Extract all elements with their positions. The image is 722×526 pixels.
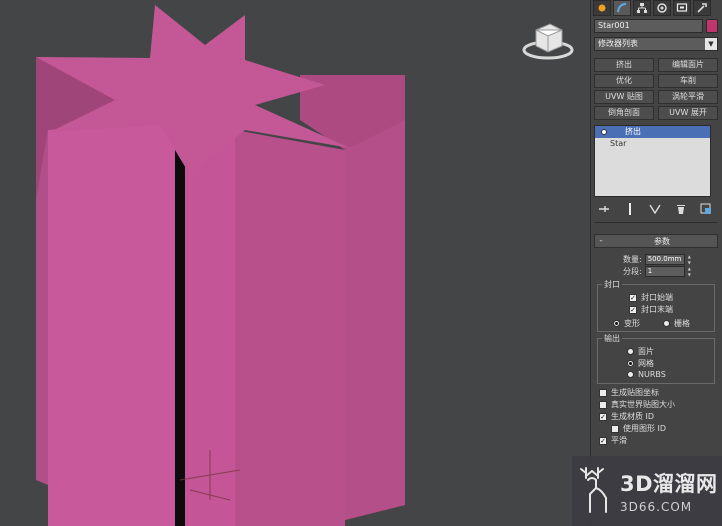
hammer-icon[interactable] — [693, 0, 711, 16]
modifier-list-label: 修改器列表 — [598, 39, 638, 48]
show-end-result-icon[interactable] — [623, 203, 637, 215]
modifier-buttons: 挤出 编辑面片 优化 车削 UVW 贴图 涡轮平滑 倒角剖面 UVW 展开 — [594, 58, 718, 120]
stack-item-extrude[interactable]: 挤出 — [595, 126, 710, 138]
radio[interactable] — [627, 360, 634, 367]
chevron-down-icon[interactable]: ▼ — [705, 38, 717, 50]
bevel-profile-button[interactable]: 倒角剖面 — [594, 106, 654, 120]
gen-map-coords-label: 生成贴图坐标 — [611, 388, 659, 397]
extruded-star-object[interactable] — [0, 0, 590, 526]
gen-map-coords-checkbox[interactable]: 生成贴图坐标 — [599, 387, 659, 398]
nurbs-radio[interactable]: NURBS — [627, 370, 666, 379]
cap-end-checkbox[interactable]: ✓ 封口末端 — [629, 304, 673, 315]
motion-icon[interactable] — [653, 0, 671, 16]
smooth-label: 平滑 — [611, 436, 627, 445]
object-name-field[interactable]: Star001 — [594, 19, 703, 33]
stack-item-label: 挤出 — [625, 127, 641, 136]
make-unique-icon[interactable] — [648, 203, 662, 215]
object-name-row: Star001 — [594, 19, 718, 33]
stack-item-label: Star — [610, 139, 627, 148]
edit-patch-button[interactable]: 编辑面片 — [658, 58, 718, 72]
checkbox[interactable] — [599, 388, 607, 397]
display-icon[interactable] — [673, 0, 691, 16]
remove-modifier-icon[interactable] — [674, 203, 688, 215]
cap-end-label: 封口末端 — [641, 305, 673, 314]
watermark: 3D溜溜网 3D66.COM — [572, 456, 722, 526]
stack-item-star[interactable]: Star — [595, 138, 710, 150]
rollout-title: 参数 — [654, 236, 670, 246]
cap-start-label: 封口始端 — [641, 293, 673, 302]
use-shape-ids-label: 使用图形 ID — [623, 424, 667, 433]
modifier-stack[interactable]: 挤出 Star — [594, 125, 711, 197]
amount-row: 数量: 500.0mm ▲ ▼ — [623, 254, 694, 265]
parameters-rollout-header[interactable]: - 参数 — [594, 234, 718, 248]
gen-mat-ids-checkbox[interactable]: ✓ 生成材质 ID — [599, 411, 654, 422]
segments-input[interactable]: 1 — [644, 266, 685, 277]
command-panel-tabs — [593, 0, 721, 16]
grid-radio[interactable]: 栅格 — [663, 318, 690, 329]
capping-label: 封口 — [602, 279, 622, 290]
lathe-button[interactable]: 车削 — [658, 74, 718, 88]
checkbox[interactable] — [611, 424, 619, 433]
sun-icon[interactable] — [593, 0, 611, 16]
radio[interactable] — [663, 320, 670, 327]
lightbulb-icon[interactable] — [601, 129, 607, 135]
modifier-list-dropdown[interactable]: 修改器列表 ▼ — [594, 37, 718, 51]
hierarchy-icon[interactable] — [633, 0, 651, 16]
radio[interactable] — [627, 348, 634, 355]
cap-start-checkbox[interactable]: ✓ 封口始端 — [629, 292, 673, 303]
patch-label: 面片 — [638, 347, 654, 356]
checkbox[interactable] — [599, 400, 607, 409]
morph-radio[interactable]: 变形 — [613, 318, 640, 329]
patch-radio[interactable]: 面片 — [627, 346, 654, 357]
extrude-button[interactable]: 挤出 — [594, 58, 654, 72]
pin-stack-icon[interactable] — [597, 203, 611, 215]
configure-sets-icon[interactable] — [699, 203, 713, 215]
segments-row: 分段: 1 ▲ ▼ — [623, 266, 694, 277]
morph-label: 变形 — [624, 319, 640, 328]
segments-label: 分段: — [623, 267, 642, 276]
unwrap-uvw-button[interactable]: UVW 展开 — [658, 106, 718, 120]
watermark-title: 3D溜溜网 — [620, 472, 718, 496]
viewcube-icon — [522, 23, 574, 60]
watermark-subtitle: 3D66.COM — [620, 500, 693, 514]
amount-label: 数量: — [623, 255, 642, 264]
object-color-swatch[interactable] — [706, 19, 718, 33]
checkbox[interactable]: ✓ — [629, 305, 637, 314]
segments-spinner[interactable]: ▲ ▼ — [688, 266, 694, 277]
divider — [594, 222, 718, 223]
curve-icon[interactable] — [613, 0, 631, 16]
viewcube-widget[interactable] — [520, 18, 576, 62]
mesh-label: 网格 — [638, 359, 654, 368]
turbosmooth-button[interactable]: 涡轮平滑 — [658, 90, 718, 104]
amount-input[interactable]: 500.0mm — [644, 254, 685, 265]
checkbox[interactable]: ✓ — [599, 436, 607, 445]
collapse-icon[interactable]: - — [595, 236, 607, 246]
radio[interactable] — [627, 371, 634, 378]
checkbox[interactable]: ✓ — [629, 293, 637, 302]
nurbs-label: NURBS — [638, 370, 666, 379]
radio[interactable] — [613, 320, 620, 327]
real-world-label: 真实世界贴图大小 — [611, 400, 675, 409]
optimize-button[interactable]: 优化 — [594, 74, 654, 88]
mesh-radio[interactable]: 网格 — [627, 358, 654, 369]
checkbox[interactable]: ✓ — [599, 412, 607, 421]
gen-mat-ids-label: 生成材质 ID — [611, 412, 655, 421]
smooth-checkbox[interactable]: ✓ 平滑 — [599, 435, 627, 446]
real-world-checkbox[interactable]: 真实世界贴图大小 — [599, 399, 675, 410]
grid-label: 栅格 — [674, 319, 690, 328]
stack-toolbar — [597, 202, 713, 216]
amount-spinner[interactable]: ▲ ▼ — [688, 254, 694, 265]
perspective-viewport[interactable] — [0, 0, 590, 526]
use-shape-ids-checkbox[interactable]: 使用图形 ID — [611, 423, 666, 434]
command-panel: Star001 修改器列表 ▼ 挤出 编辑面片 优化 车削 UVW 贴图 涡轮平… — [590, 0, 722, 526]
uvw-map-button[interactable]: UVW 贴图 — [594, 90, 654, 104]
deer-logo-icon — [580, 467, 607, 513]
output-label: 输出 — [602, 333, 622, 344]
